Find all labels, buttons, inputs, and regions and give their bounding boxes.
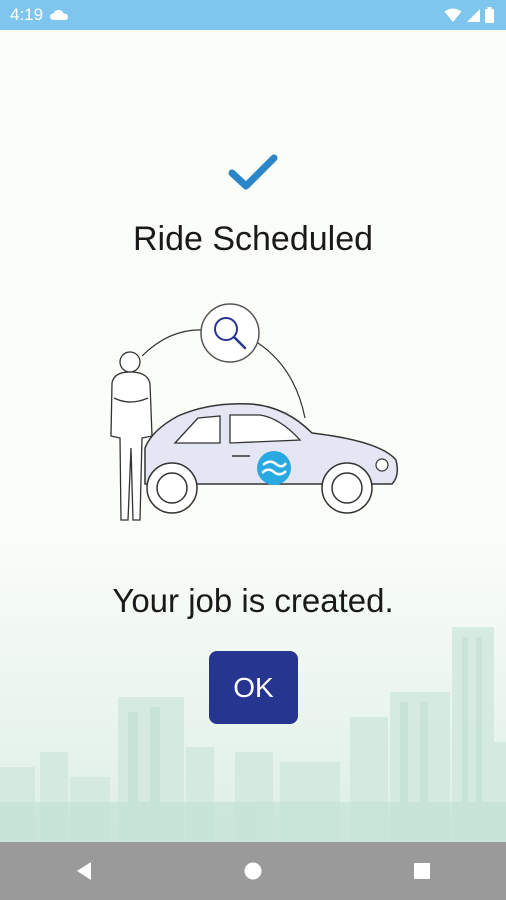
recents-icon — [413, 863, 430, 879]
wifi-icon — [444, 8, 462, 22]
search-icon — [200, 303, 260, 363]
back-icon — [77, 862, 92, 880]
person-figure — [110, 351, 153, 521]
checkmark-icon — [228, 154, 278, 190]
car-search-illustration — [110, 303, 399, 521]
ok-button[interactable]: OK — [209, 651, 298, 724]
confirmation-message: Your job is created. — [112, 582, 394, 619]
confirmation-screen: Ride Scheduled Your job is created. OK — [0, 30, 506, 842]
status-bar: 4:19 — [0, 0, 506, 30]
page-title: Ride Scheduled — [132, 220, 374, 258]
home-icon — [244, 862, 262, 880]
home-button[interactable] — [233, 851, 273, 891]
status-time: 4:19 — [10, 5, 44, 24]
signal-icon — [467, 8, 480, 22]
battery-icon — [485, 7, 494, 23]
brand-logo-icon — [257, 451, 291, 485]
cloud-icon — [50, 10, 69, 20]
recents-button[interactable] — [402, 851, 442, 891]
back-button[interactable] — [64, 851, 104, 891]
navigation-bar — [0, 842, 506, 900]
